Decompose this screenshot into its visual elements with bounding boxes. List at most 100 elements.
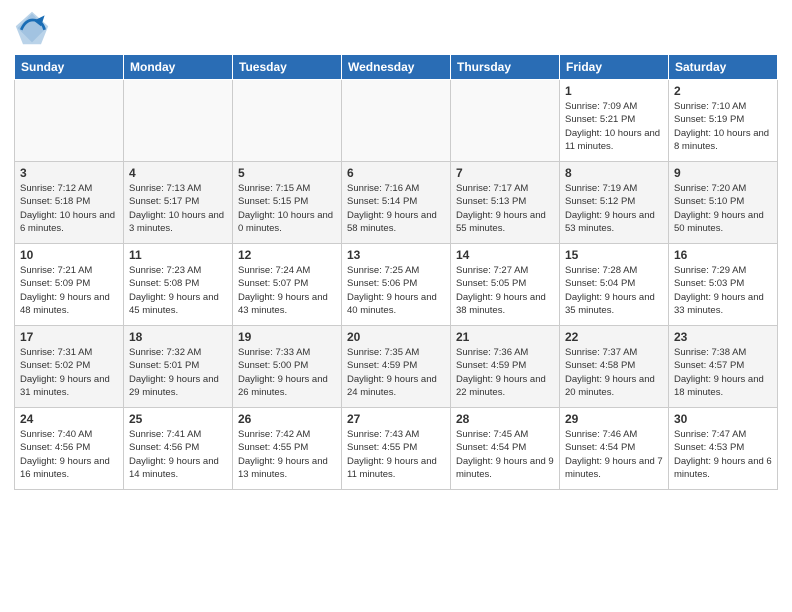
- calendar-cell: 7 Sunrise: 7:17 AM Sunset: 5:13 PM Daylig…: [451, 162, 560, 244]
- day-info: Sunrise: 7:32 AM Sunset: 5:01 PM Dayligh…: [129, 346, 227, 399]
- day-number: 11: [129, 248, 227, 262]
- weekday-header-friday: Friday: [560, 55, 669, 80]
- day-number: 17: [20, 330, 118, 344]
- header: [14, 10, 778, 46]
- week-row-3: 10 Sunrise: 7:21 AM Sunset: 5:09 PM Dayli…: [15, 244, 778, 326]
- calendar-cell: 23 Sunrise: 7:38 AM Sunset: 4:57 PM Dayli…: [669, 326, 778, 408]
- calendar-cell: 2 Sunrise: 7:10 AM Sunset: 5:19 PM Daylig…: [669, 80, 778, 162]
- weekday-header-thursday: Thursday: [451, 55, 560, 80]
- day-info: Sunrise: 7:37 AM Sunset: 4:58 PM Dayligh…: [565, 346, 663, 399]
- weekday-header-sunday: Sunday: [15, 55, 124, 80]
- week-row-4: 17 Sunrise: 7:31 AM Sunset: 5:02 PM Dayli…: [15, 326, 778, 408]
- calendar-cell: 1 Sunrise: 7:09 AM Sunset: 5:21 PM Daylig…: [560, 80, 669, 162]
- day-info: Sunrise: 7:10 AM Sunset: 5:19 PM Dayligh…: [674, 100, 772, 153]
- calendar-cell: 5 Sunrise: 7:15 AM Sunset: 5:15 PM Daylig…: [233, 162, 342, 244]
- day-number: 8: [565, 166, 663, 180]
- calendar-cell: 26 Sunrise: 7:42 AM Sunset: 4:55 PM Dayli…: [233, 408, 342, 490]
- calendar-cell: 3Sunrise: 7:12 AM Sunset: 5:18 PM Daylig…: [15, 162, 124, 244]
- day-number: 22: [565, 330, 663, 344]
- day-info: Sunrise: 7:24 AM Sunset: 5:07 PM Dayligh…: [238, 264, 336, 317]
- weekday-header-saturday: Saturday: [669, 55, 778, 80]
- calendar-cell: 14 Sunrise: 7:27 AM Sunset: 5:05 PM Dayli…: [451, 244, 560, 326]
- day-number: 23: [674, 330, 772, 344]
- day-info: Sunrise: 7:38 AM Sunset: 4:57 PM Dayligh…: [674, 346, 772, 399]
- day-number: 6: [347, 166, 445, 180]
- calendar-cell: 19 Sunrise: 7:33 AM Sunset: 5:00 PM Dayli…: [233, 326, 342, 408]
- calendar-cell: [342, 80, 451, 162]
- day-info: Sunrise: 7:27 AM Sunset: 5:05 PM Dayligh…: [456, 264, 554, 317]
- day-number: 15: [565, 248, 663, 262]
- calendar: SundayMondayTuesdayWednesdayThursdayFrid…: [14, 54, 778, 490]
- calendar-cell: 12 Sunrise: 7:24 AM Sunset: 5:07 PM Dayli…: [233, 244, 342, 326]
- day-info: Sunrise: 7:15 AM Sunset: 5:15 PM Dayligh…: [238, 182, 336, 235]
- weekday-header-wednesday: Wednesday: [342, 55, 451, 80]
- day-number: 12: [238, 248, 336, 262]
- day-info: Sunrise: 7:17 AM Sunset: 5:13 PM Dayligh…: [456, 182, 554, 235]
- day-info: Sunrise: 7:40 AM Sunset: 4:56 PM Dayligh…: [20, 428, 118, 481]
- day-info: Sunrise: 7:41 AM Sunset: 4:56 PM Dayligh…: [129, 428, 227, 481]
- calendar-cell: 27 Sunrise: 7:43 AM Sunset: 4:55 PM Dayli…: [342, 408, 451, 490]
- day-number: 19: [238, 330, 336, 344]
- day-number: 21: [456, 330, 554, 344]
- day-info: Sunrise: 7:31 AM Sunset: 5:02 PM Dayligh…: [20, 346, 118, 399]
- day-info: Sunrise: 7:13 AM Sunset: 5:17 PM Dayligh…: [129, 182, 227, 235]
- day-number: 10: [20, 248, 118, 262]
- week-row-5: 24 Sunrise: 7:40 AM Sunset: 4:56 PM Dayli…: [15, 408, 778, 490]
- day-number: 5: [238, 166, 336, 180]
- day-number: 29: [565, 412, 663, 426]
- calendar-cell: 4Sunrise: 7:13 AM Sunset: 5:17 PM Daylig…: [124, 162, 233, 244]
- calendar-cell: [124, 80, 233, 162]
- day-info: Sunrise: 7:19 AM Sunset: 5:12 PM Dayligh…: [565, 182, 663, 235]
- day-info: Sunrise: 7:35 AM Sunset: 4:59 PM Dayligh…: [347, 346, 445, 399]
- day-info: Sunrise: 7:20 AM Sunset: 5:10 PM Dayligh…: [674, 182, 772, 235]
- day-number: 1: [565, 84, 663, 98]
- day-info: Sunrise: 7:36 AM Sunset: 4:59 PM Dayligh…: [456, 346, 554, 399]
- day-number: 27: [347, 412, 445, 426]
- calendar-cell: 29Sunrise: 7:46 AM Sunset: 4:54 PM Dayli…: [560, 408, 669, 490]
- calendar-cell: [15, 80, 124, 162]
- day-number: 28: [456, 412, 554, 426]
- week-row-2: 3Sunrise: 7:12 AM Sunset: 5:18 PM Daylig…: [15, 162, 778, 244]
- logo-icon: [14, 10, 50, 46]
- day-number: 14: [456, 248, 554, 262]
- calendar-cell: 6 Sunrise: 7:16 AM Sunset: 5:14 PM Daylig…: [342, 162, 451, 244]
- page: SundayMondayTuesdayWednesdayThursdayFrid…: [0, 0, 792, 612]
- week-row-1: 1 Sunrise: 7:09 AM Sunset: 5:21 PM Daylig…: [15, 80, 778, 162]
- day-info: Sunrise: 7:45 AM Sunset: 4:54 PM Dayligh…: [456, 428, 554, 481]
- calendar-cell: 9 Sunrise: 7:20 AM Sunset: 5:10 PM Daylig…: [669, 162, 778, 244]
- calendar-cell: 22 Sunrise: 7:37 AM Sunset: 4:58 PM Dayli…: [560, 326, 669, 408]
- day-number: 24: [20, 412, 118, 426]
- calendar-cell: 18Sunrise: 7:32 AM Sunset: 5:01 PM Dayli…: [124, 326, 233, 408]
- day-number: 9: [674, 166, 772, 180]
- day-info: Sunrise: 7:12 AM Sunset: 5:18 PM Dayligh…: [20, 182, 118, 235]
- calendar-cell: 21 Sunrise: 7:36 AM Sunset: 4:59 PM Dayli…: [451, 326, 560, 408]
- day-number: 25: [129, 412, 227, 426]
- calendar-cell: 28 Sunrise: 7:45 AM Sunset: 4:54 PM Dayli…: [451, 408, 560, 490]
- calendar-cell: 17 Sunrise: 7:31 AM Sunset: 5:02 PM Dayli…: [15, 326, 124, 408]
- logo: [14, 10, 54, 46]
- day-number: 7: [456, 166, 554, 180]
- day-number: 26: [238, 412, 336, 426]
- day-info: Sunrise: 7:33 AM Sunset: 5:00 PM Dayligh…: [238, 346, 336, 399]
- day-number: 20: [347, 330, 445, 344]
- day-info: Sunrise: 7:47 AM Sunset: 4:53 PM Dayligh…: [674, 428, 772, 481]
- day-number: 2: [674, 84, 772, 98]
- calendar-cell: 15 Sunrise: 7:28 AM Sunset: 5:04 PM Dayli…: [560, 244, 669, 326]
- day-number: 30: [674, 412, 772, 426]
- weekday-header-row: SundayMondayTuesdayWednesdayThursdayFrid…: [15, 55, 778, 80]
- calendar-cell: 20 Sunrise: 7:35 AM Sunset: 4:59 PM Dayli…: [342, 326, 451, 408]
- day-info: Sunrise: 7:23 AM Sunset: 5:08 PM Dayligh…: [129, 264, 227, 317]
- day-info: Sunrise: 7:28 AM Sunset: 5:04 PM Dayligh…: [565, 264, 663, 317]
- calendar-cell: [233, 80, 342, 162]
- calendar-cell: [451, 80, 560, 162]
- day-info: Sunrise: 7:16 AM Sunset: 5:14 PM Dayligh…: [347, 182, 445, 235]
- day-info: Sunrise: 7:25 AM Sunset: 5:06 PM Dayligh…: [347, 264, 445, 317]
- calendar-cell: 30 Sunrise: 7:47 AM Sunset: 4:53 PM Dayli…: [669, 408, 778, 490]
- day-info: Sunrise: 7:43 AM Sunset: 4:55 PM Dayligh…: [347, 428, 445, 481]
- day-info: Sunrise: 7:21 AM Sunset: 5:09 PM Dayligh…: [20, 264, 118, 317]
- calendar-cell: 8 Sunrise: 7:19 AM Sunset: 5:12 PM Daylig…: [560, 162, 669, 244]
- calendar-cell: 24 Sunrise: 7:40 AM Sunset: 4:56 PM Dayli…: [15, 408, 124, 490]
- calendar-cell: 11 Sunrise: 7:23 AM Sunset: 5:08 PM Dayli…: [124, 244, 233, 326]
- day-info: Sunrise: 7:42 AM Sunset: 4:55 PM Dayligh…: [238, 428, 336, 481]
- day-info: Sunrise: 7:09 AM Sunset: 5:21 PM Dayligh…: [565, 100, 663, 153]
